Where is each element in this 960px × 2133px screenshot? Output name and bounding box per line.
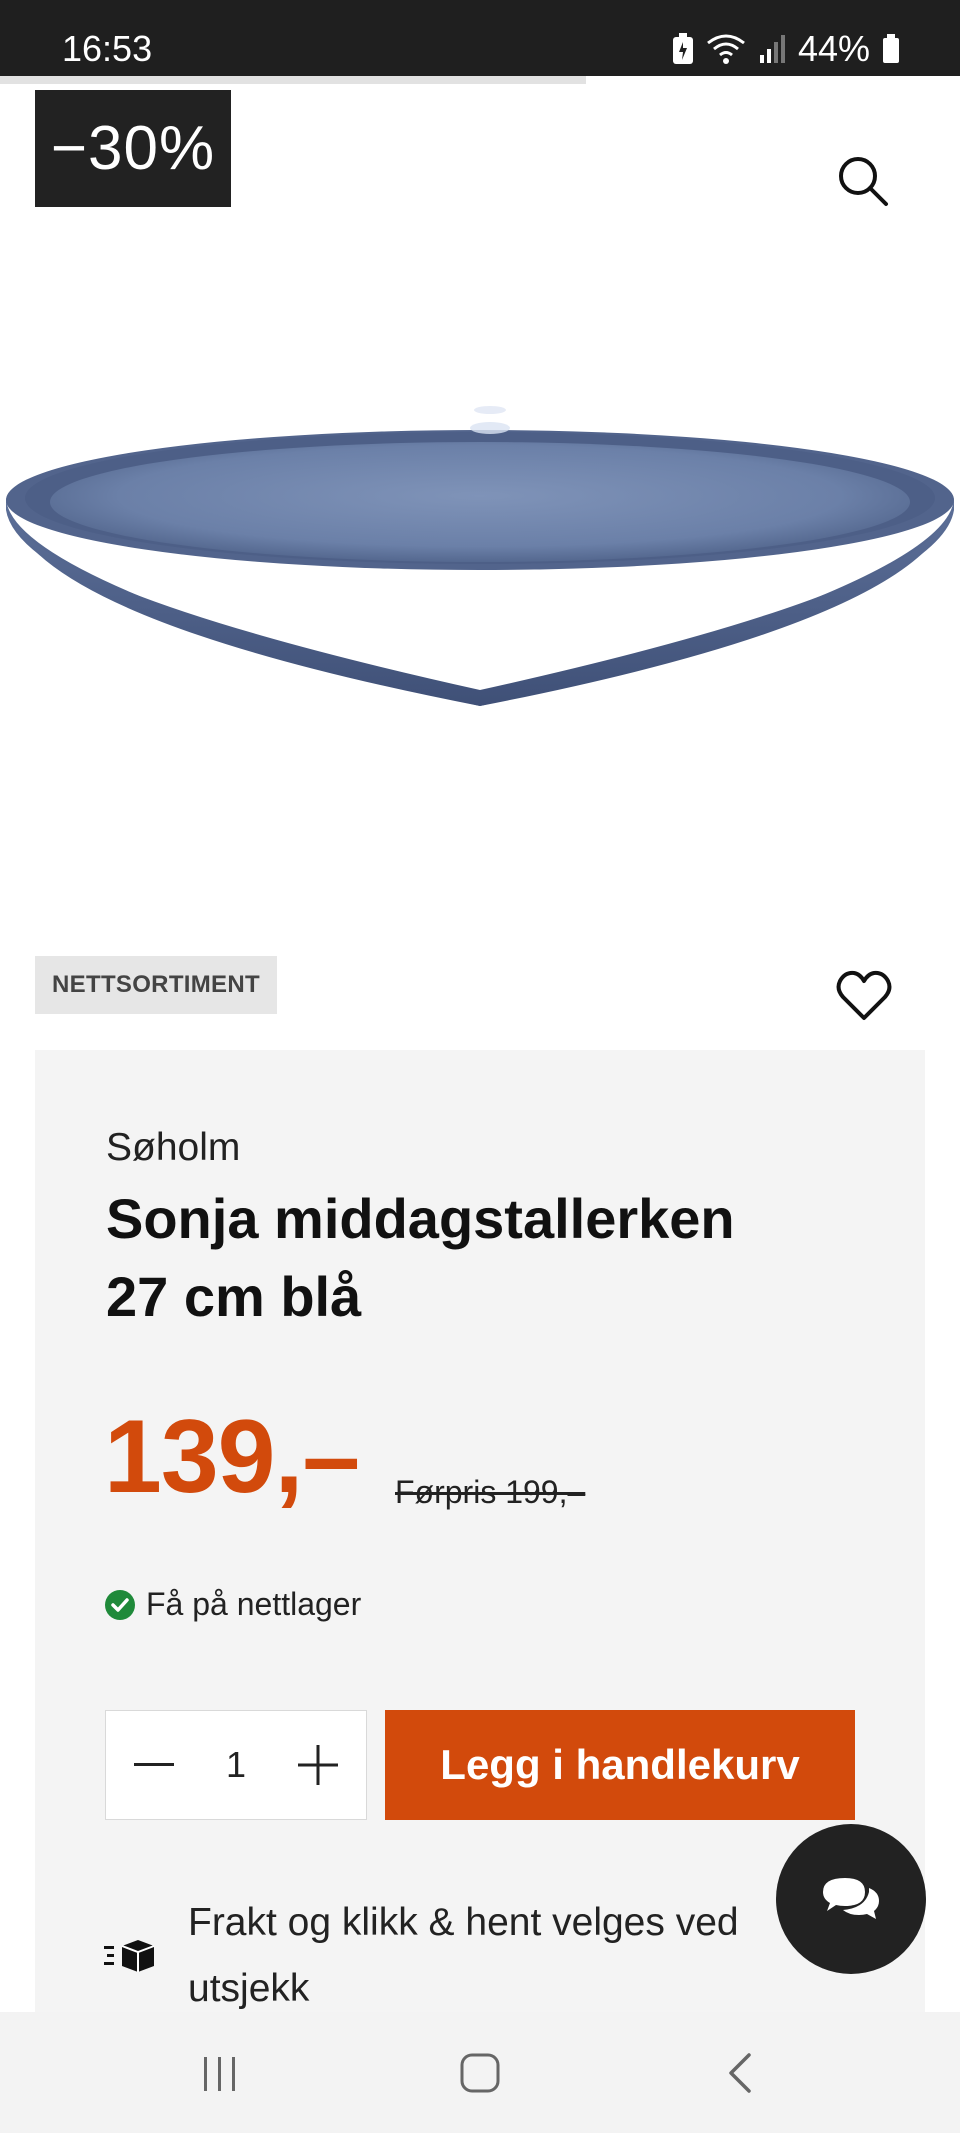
stock-status: Få på nettlager	[104, 1586, 361, 1623]
plus-icon	[298, 1745, 338, 1785]
search-button[interactable]	[832, 150, 894, 212]
status-icons: 44%	[672, 28, 900, 70]
battery-icon	[883, 34, 899, 63]
quantity-stepper: 1	[105, 1710, 367, 1820]
battery-saver-icon	[672, 33, 693, 64]
increase-quantity-button[interactable]	[294, 1741, 342, 1789]
shipping-info: Frakt og klikk & hent velges ved utsjekk	[188, 1901, 739, 2010]
product-price: 139,–	[104, 1399, 360, 1515]
product-old-price: Førpris 199,–	[395, 1474, 586, 1510]
heart-icon	[836, 970, 892, 1020]
recent-apps-icon	[204, 2056, 235, 2091]
wifi-icon	[707, 34, 745, 64]
favorite-button[interactable]	[836, 970, 892, 1022]
delivery-box-icon	[104, 1940, 155, 1972]
signal-icon	[759, 35, 785, 63]
product-title: Sonja middagstallerken 27 cm blå	[106, 1187, 735, 1328]
minus-icon	[134, 1763, 174, 1766]
add-to-cart-button[interactable]: Legg i handlekurv	[385, 1710, 855, 1820]
chat-bubbles-icon	[823, 1878, 879, 1919]
battery-percent: 44%	[797, 28, 870, 69]
quantity-value[interactable]: 1	[226, 1744, 246, 1786]
back-button[interactable]	[700, 2033, 780, 2113]
decrease-quantity-button[interactable]	[130, 1741, 178, 1789]
product-brand[interactable]: Søholm	[106, 1126, 240, 1170]
back-icon	[729, 2052, 751, 2093]
stock-text: Få på nettlager	[146, 1586, 362, 1622]
recent-apps-button[interactable]	[180, 2033, 260, 2113]
status-bar: 16:53 44%	[0, 0, 960, 76]
status-time: 16:53	[62, 28, 153, 69]
assortment-tag: NETTSORTIMENT	[35, 956, 277, 1014]
product-image[interactable]	[0, 400, 960, 740]
home-button[interactable]	[440, 2033, 520, 2113]
chat-button[interactable]	[776, 1824, 926, 1974]
discount-badge: −30%	[35, 90, 231, 207]
search-icon	[839, 157, 888, 206]
home-icon	[460, 2053, 500, 2092]
system-nav-bar	[0, 2012, 960, 2133]
page-load-progress	[0, 76, 586, 84]
check-circle-icon	[105, 1589, 135, 1620]
